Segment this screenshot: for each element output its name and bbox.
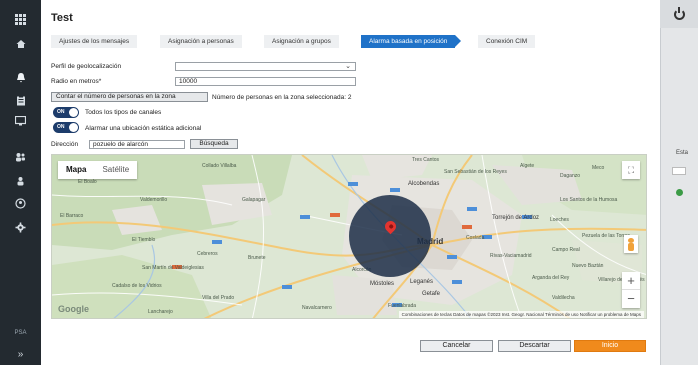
- all-channels-toggle[interactable]: ON: [53, 107, 79, 118]
- power-icon: [673, 6, 685, 20]
- app-window: PSA » Esta Test Ajustes de los mensajes …: [0, 0, 698, 365]
- dialog-title: Test: [51, 12, 73, 24]
- map-place-label: Meco: [592, 165, 605, 171]
- map-place-label: Arganda del Rey: [532, 275, 570, 281]
- tab-position-alarm[interactable]: Alarma basada en posición: [361, 35, 462, 48]
- user-group-icon[interactable]: [0, 174, 41, 188]
- alarm-bell-icon[interactable]: [0, 70, 41, 84]
- static-location-label: Alarmar una ubicación estática adicional: [85, 125, 202, 132]
- radius-label: Radio en metros*: [51, 78, 102, 85]
- right-side-panel: Esta: [660, 0, 698, 365]
- address-input[interactable]: pozuelo de alarcón: [89, 140, 185, 149]
- toggle-on-text: ON: [57, 124, 65, 130]
- discard-button[interactable]: Descartar: [498, 340, 571, 352]
- right-panel-field[interactable]: [672, 167, 686, 175]
- street-view-pegman-icon[interactable]: [624, 235, 638, 253]
- map-place-label: Rivas-Vaciamadrid: [490, 253, 532, 259]
- map-place-label: Cebreros: [197, 251, 218, 257]
- geofence-select[interactable]: ⌄: [175, 62, 356, 71]
- map-place-label: Loeches: [550, 217, 569, 223]
- expand-chevron-icon[interactable]: »: [0, 348, 41, 362]
- people-count-result: Número de personas en la zona selecciona…: [212, 94, 352, 101]
- map-place-label: Navalcarnero: [302, 305, 332, 311]
- map-place-label: Lancharejo: [148, 309, 173, 315]
- left-nav-rail: PSA »: [0, 0, 41, 365]
- tab-assign-groups[interactable]: Asignación a grupos: [264, 35, 339, 48]
- map-place-label: Campo Real: [552, 247, 580, 253]
- power-button[interactable]: [660, 0, 698, 28]
- right-panel-label: Esta: [675, 150, 688, 156]
- map-place-label: Brunete: [248, 255, 266, 261]
- status-dot-icon: [676, 189, 683, 196]
- people-icon[interactable]: [0, 150, 41, 164]
- rail-footer-label: PSA: [14, 330, 27, 336]
- address-label: Dirección: [51, 141, 79, 148]
- tab-message-settings[interactable]: Ajustes de los mensajes: [51, 35, 138, 48]
- apps-grid-icon[interactable]: [0, 12, 41, 26]
- map-type-satellite-button[interactable]: Satélite: [94, 161, 137, 179]
- monitor-icon[interactable]: [0, 114, 41, 128]
- map-place-label: Algete: [520, 163, 535, 169]
- map-place-label: Getafe: [422, 291, 441, 297]
- map-place-label: Valdemorillo: [140, 197, 168, 203]
- toggle-on-text: ON: [57, 109, 65, 115]
- map-place-label: San Sebastián de los Reyes: [444, 169, 507, 175]
- map-type-control: Mapa Satélite: [58, 161, 138, 179]
- zoom-out-button[interactable]: −: [622, 290, 640, 308]
- contacts-icon[interactable]: [0, 196, 41, 210]
- map-place-label: Fuenlabrada: [388, 303, 417, 309]
- tab-cim-connection[interactable]: Conexión CIM: [478, 35, 536, 48]
- map-place-label: Pezuela de las Torres: [582, 233, 630, 239]
- map-place-label: Galapagar: [242, 197, 266, 203]
- alarm-dialog: Test Ajustes de los mensajes Asignación …: [41, 0, 660, 365]
- map-place-label: San Martín de Valdeiglesias: [142, 265, 204, 271]
- map-place-label: Móstoles: [370, 281, 395, 287]
- all-channels-label: Todos los tipos de canales: [85, 109, 162, 116]
- settings-gear-icon[interactable]: [0, 220, 41, 234]
- map-place-label: Nuevo Baztán: [572, 263, 604, 269]
- map-place-label: Leganés: [410, 279, 434, 285]
- map-view[interactable]: El Boalo Collado Villalba Tres Cantos Sa…: [51, 154, 647, 319]
- map-place-label: Alcobendas: [408, 181, 440, 187]
- home-icon[interactable]: [0, 37, 41, 51]
- map-attribution[interactable]: Combinaciones de teclas Datos de mapas ©…: [398, 311, 644, 318]
- map-place-label: Torrejón de Ardoz: [492, 215, 540, 221]
- tab-bar: Ajustes de los mensajes Asignación a per…: [51, 35, 591, 48]
- fullscreen-icon[interactable]: ⛶: [622, 161, 640, 179]
- map-place-label: Collado Villalba: [202, 163, 237, 169]
- clipboard-icon[interactable]: [0, 93, 41, 107]
- map-place-label: El Boalo: [78, 179, 97, 185]
- map-place-label: Villa del Prado: [202, 295, 235, 301]
- radius-input[interactable]: 10000: [175, 77, 356, 86]
- radius-circle: [349, 195, 431, 277]
- zoom-in-button[interactable]: +: [622, 272, 640, 290]
- search-button[interactable]: Búsqueda: [190, 139, 238, 149]
- map-place-label: El Barraco: [60, 213, 84, 219]
- start-button[interactable]: Inicio: [574, 340, 646, 352]
- toggle-knob: [69, 108, 78, 117]
- toggle-knob: [69, 123, 78, 132]
- zoom-control: + −: [622, 272, 640, 308]
- map-place-label: Cadalso de los Vidrios: [112, 283, 162, 289]
- cancel-button[interactable]: Cancelar: [420, 340, 493, 352]
- static-location-toggle[interactable]: ON: [53, 122, 79, 133]
- map-place-label: Los Santos de la Humosa: [560, 197, 618, 203]
- map-type-map-button[interactable]: Mapa: [58, 161, 94, 179]
- map-place-label: Daganzo: [560, 173, 581, 179]
- tab-assign-people[interactable]: Asignación a personas: [160, 35, 242, 48]
- chevron-down-icon: ⌄: [345, 63, 351, 70]
- geofence-label: Perfil de geolocalización: [51, 63, 122, 70]
- map-place-label: Tres Cantos: [412, 157, 440, 163]
- map-place-label: Coslada: [466, 235, 485, 241]
- map-place-label: Valdilecha: [552, 295, 575, 301]
- google-logo: Google: [58, 304, 89, 314]
- map-place-label: El Tiemblo: [132, 237, 156, 243]
- count-people-button[interactable]: Contar el número de personas en la zona: [51, 92, 208, 102]
